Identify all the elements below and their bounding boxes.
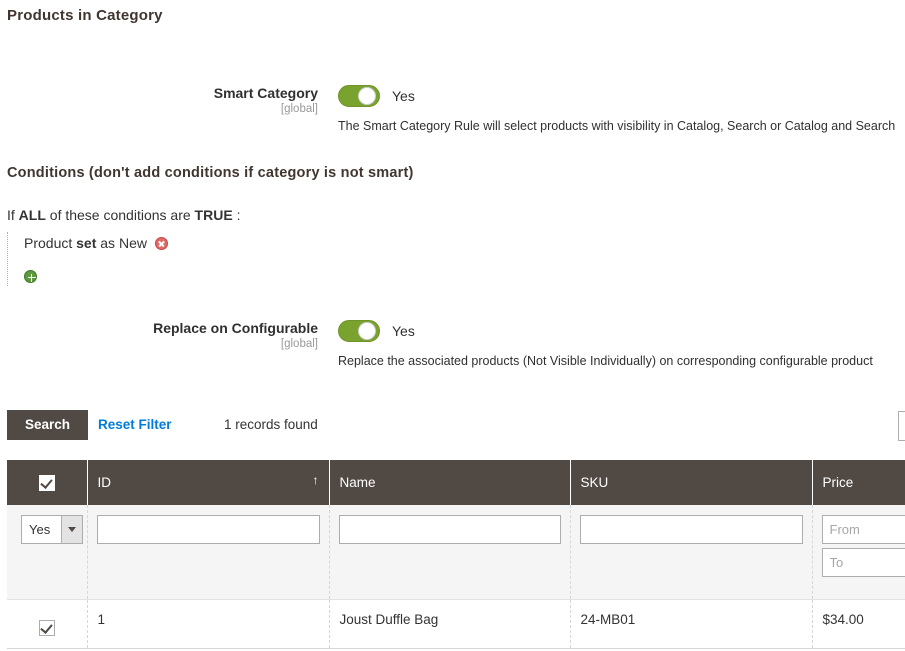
grid-header-price[interactable]: Price bbox=[812, 460, 905, 505]
smart-category-scope: [global] bbox=[0, 102, 318, 116]
conditions-value-chooser[interactable]: TRUE bbox=[195, 207, 233, 224]
filter-sku-input[interactable] bbox=[580, 515, 803, 544]
in-category-select-wrap: Yes No Any bbox=[21, 515, 83, 544]
filter-price-to-input[interactable] bbox=[822, 548, 905, 577]
conditions-intro-suffix: : bbox=[237, 207, 241, 223]
smart-category-toggle-value: Yes bbox=[392, 88, 415, 104]
condition-attribute-chooser[interactable]: set bbox=[76, 235, 96, 251]
smart-category-label-text: Smart Category bbox=[214, 85, 318, 101]
row-select-checkbox[interactable] bbox=[39, 620, 55, 636]
sort-asc-icon: ↑ bbox=[313, 473, 319, 487]
row-cell-sku: 24-MB01 bbox=[570, 600, 812, 649]
filter-cell-name bbox=[329, 505, 570, 600]
products-grid: ID ↑ Name SKU Price Yes No Any bbox=[7, 460, 905, 649]
grid-toolbar: Search Reset Filter 1 records found bbox=[0, 410, 905, 442]
reset-filter-link[interactable]: Reset Filter bbox=[98, 417, 172, 432]
condition-operator: as bbox=[100, 235, 115, 251]
search-button[interactable]: Search bbox=[7, 410, 88, 440]
grid-header-id-label: ID bbox=[98, 475, 112, 490]
smart-category-label: Smart Category [global] bbox=[0, 85, 318, 116]
grid-header-id[interactable]: ID ↑ bbox=[87, 460, 329, 505]
grid-header-price-label: Price bbox=[823, 475, 854, 490]
filter-id-input[interactable] bbox=[97, 515, 320, 544]
add-circle-icon[interactable] bbox=[24, 270, 37, 283]
remove-circle-icon[interactable] bbox=[155, 237, 168, 250]
filter-cell-sku bbox=[570, 505, 812, 600]
replace-on-configurable-label-text: Replace on Configurable bbox=[153, 320, 318, 336]
per-page-input[interactable] bbox=[898, 411, 905, 441]
select-all-checkbox[interactable] bbox=[39, 475, 55, 491]
conditions-intro-prefix: If bbox=[7, 207, 15, 223]
replace-on-configurable-toggle[interactable] bbox=[338, 320, 380, 342]
conditions-intro: If ALL of these conditions are TRUE : bbox=[7, 207, 240, 223]
records-found-text: 1 records found bbox=[224, 417, 318, 432]
grid-header-sku[interactable]: SKU bbox=[570, 460, 812, 505]
in-category-select[interactable]: Yes No Any bbox=[21, 515, 83, 544]
grid-header-sku-label: SKU bbox=[581, 475, 609, 490]
grid-header-name-label: Name bbox=[340, 475, 376, 490]
replace-on-configurable-toggle-value: Yes bbox=[392, 323, 415, 339]
page-title: Products in Category bbox=[7, 7, 163, 24]
replace-on-configurable-note: Replace the associated products (Not Vis… bbox=[338, 354, 873, 368]
smart-category-note: The Smart Category Rule will select prod… bbox=[338, 119, 895, 133]
condition-row: Product set as New bbox=[24, 232, 507, 254]
filter-cell-price bbox=[812, 505, 905, 600]
table-row[interactable]: 1 Joust Duffle Bag 24-MB01 $34.00 bbox=[7, 600, 905, 649]
condition-prefix: Product bbox=[24, 235, 72, 251]
replace-on-configurable-toggle-wrap: Yes bbox=[338, 320, 415, 342]
conditions-intro-middle: of these conditions are bbox=[50, 207, 191, 223]
grid-header-name[interactable]: Name bbox=[329, 460, 570, 505]
row-select-cell[interactable] bbox=[7, 600, 87, 649]
filter-name-input[interactable] bbox=[339, 515, 561, 544]
conditions-title: Conditions (don't add conditions if cate… bbox=[7, 165, 414, 181]
row-cell-price: $34.00 bbox=[812, 600, 905, 649]
condition-add-row bbox=[24, 270, 507, 286]
row-cell-name: Joust Duffle Bag bbox=[329, 600, 570, 649]
toggle-knob-icon bbox=[358, 322, 376, 340]
grid-header-row: ID ↑ Name SKU Price bbox=[7, 460, 905, 505]
row-cell-id: 1 bbox=[87, 600, 329, 649]
condition-value: New bbox=[119, 235, 147, 251]
conditions-list: Product set as New bbox=[7, 232, 507, 286]
smart-category-toggle-wrap: Yes bbox=[338, 85, 415, 107]
replace-on-configurable-scope: [global] bbox=[0, 337, 318, 351]
smart-category-toggle[interactable] bbox=[338, 85, 380, 107]
replace-on-configurable-label: Replace on Configurable [global] bbox=[0, 320, 318, 351]
grid-header-select-all[interactable] bbox=[7, 460, 87, 505]
grid-filter-row: Yes No Any bbox=[7, 505, 905, 600]
filter-cell-in-category: Yes No Any bbox=[7, 505, 87, 600]
conditions-aggregator-chooser[interactable]: ALL bbox=[19, 207, 46, 224]
toggle-knob-icon bbox=[358, 87, 376, 105]
filter-cell-id bbox=[87, 505, 329, 600]
filter-price-from-input[interactable] bbox=[822, 515, 905, 544]
